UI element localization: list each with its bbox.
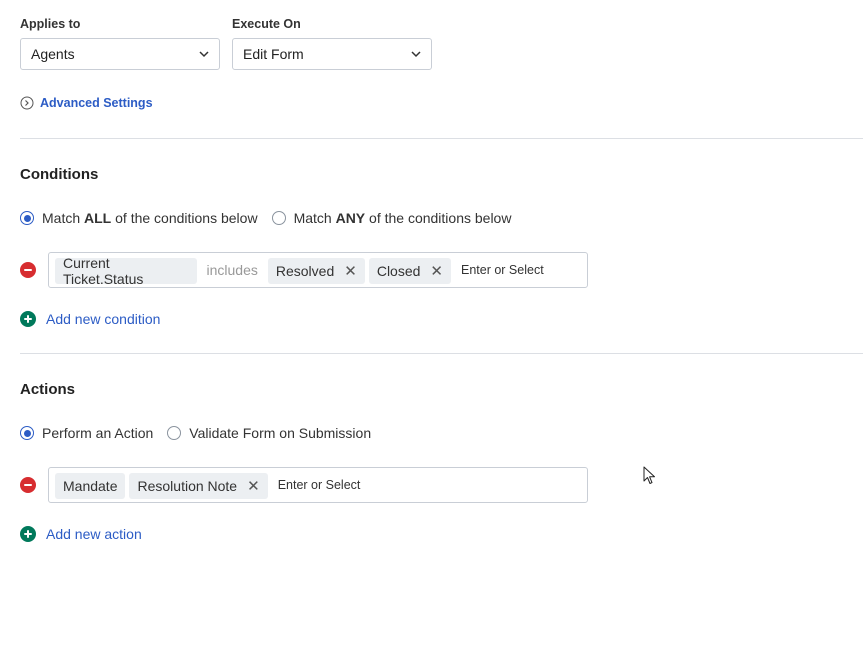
match-any-option[interactable]: Match ANY of the conditions below xyxy=(271,210,512,226)
plus-circle-icon xyxy=(20,311,36,327)
applies-to-select[interactable]: Agents xyxy=(20,38,220,70)
action-value-input[interactable] xyxy=(277,478,398,492)
mouse-pointer-icon xyxy=(643,466,655,484)
validate-form-label: Validate Form on Submission xyxy=(189,425,372,441)
condition-value-input[interactable] xyxy=(461,263,581,277)
advanced-settings-toggle[interactable]: Advanced Settings xyxy=(20,96,153,110)
advanced-settings-label: Advanced Settings xyxy=(40,96,153,110)
actions-type-options: Perform an Action Validate Form on Submi… xyxy=(20,425,385,441)
validate-form-option[interactable]: Validate Form on Submission xyxy=(167,425,371,441)
validate-form-radio[interactable] xyxy=(167,426,182,440)
add-action-label: Add new action xyxy=(46,526,142,542)
conditions-title: Conditions xyxy=(20,166,99,183)
action-type-chip[interactable]: Mandate xyxy=(55,473,126,499)
match-any-label: Match ANY of the conditions below xyxy=(293,210,512,226)
plus-circle-icon xyxy=(20,526,36,542)
chevron-down-icon xyxy=(199,51,209,58)
condition-operator[interactable]: includes xyxy=(207,262,258,278)
add-condition-button[interactable]: Add new condition xyxy=(20,311,160,327)
perform-action-option[interactable]: Perform an Action xyxy=(20,425,153,441)
execute-on-select[interactable]: Edit Form xyxy=(232,38,432,70)
condition-field-chip[interactable]: Current Ticket.Status xyxy=(55,255,197,287)
execute-on-label: Execute On xyxy=(232,17,301,31)
condition-value-chip: Resolved ✕ xyxy=(267,258,365,284)
match-all-option[interactable]: Match ALL of the conditions below xyxy=(20,210,258,226)
action-rule[interactable]: Mandate Resolution Note ✕ xyxy=(48,467,588,503)
divider xyxy=(20,353,863,354)
perform-action-radio[interactable] xyxy=(20,426,34,440)
close-icon[interactable]: ✕ xyxy=(344,264,357,279)
applies-to-label: Applies to xyxy=(20,17,81,31)
chevron-right-circle-icon xyxy=(20,96,34,110)
remove-action-button[interactable] xyxy=(20,477,36,493)
match-all-label: Match ALL of the conditions below xyxy=(42,210,258,226)
close-icon[interactable]: ✕ xyxy=(430,264,443,279)
chevron-down-icon xyxy=(411,51,421,58)
condition-rule[interactable]: Current Ticket.Status includes Resolved ✕… xyxy=(48,252,588,288)
close-icon[interactable]: ✕ xyxy=(247,479,260,494)
match-all-radio[interactable] xyxy=(20,211,34,225)
add-action-button[interactable]: Add new action xyxy=(20,526,142,542)
condition-value-chip: Closed ✕ xyxy=(368,258,451,284)
remove-condition-button[interactable] xyxy=(20,262,36,278)
action-value-chip: Resolution Note ✕ xyxy=(129,473,268,499)
divider xyxy=(20,138,863,139)
execute-on-value: Edit Form xyxy=(243,46,304,62)
add-condition-label: Add new condition xyxy=(46,311,161,327)
conditions-match-options: Match ALL of the conditions below Match … xyxy=(20,210,525,226)
applies-to-value: Agents xyxy=(31,46,75,62)
match-any-radio[interactable] xyxy=(271,211,286,225)
perform-action-label: Perform an Action xyxy=(42,425,154,441)
actions-title: Actions xyxy=(20,381,76,398)
